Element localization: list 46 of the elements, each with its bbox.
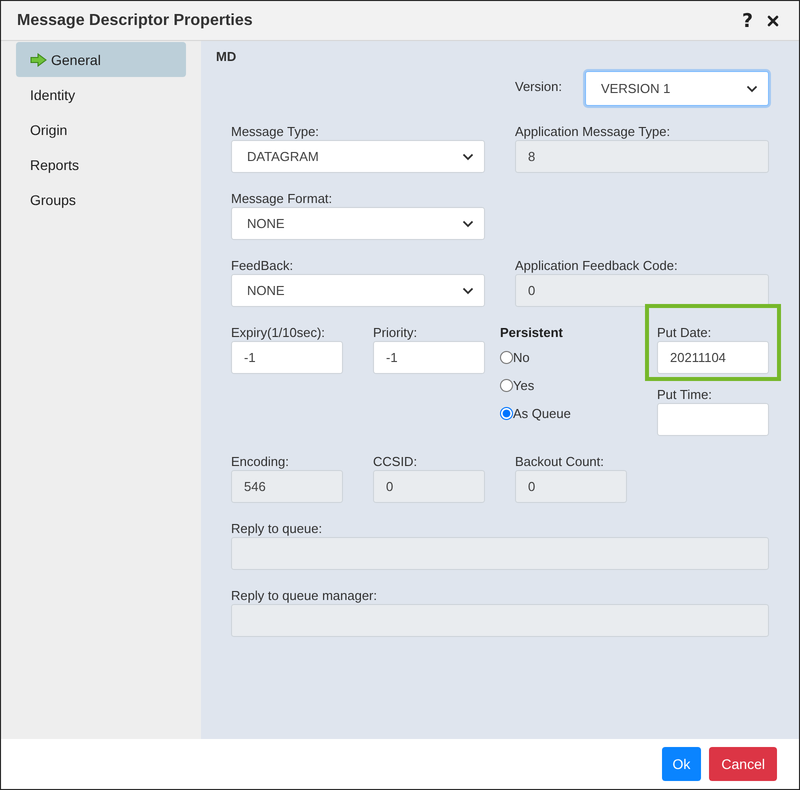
field-label: Reply to queue manager: bbox=[231, 587, 378, 604]
field-label: Encoding: bbox=[231, 453, 290, 470]
ok-button[interactable]: Ok bbox=[662, 747, 702, 781]
chevron-down-icon bbox=[746, 84, 758, 92]
radio-button[interactable] bbox=[500, 350, 513, 364]
chevron-down-icon bbox=[462, 152, 474, 160]
radio-option[interactable]: No bbox=[500, 343, 627, 371]
field-label: Application Message Type: bbox=[515, 123, 672, 140]
radio-option[interactable]: As Queue bbox=[500, 399, 627, 427]
expiry-field[interactable]: -1 bbox=[231, 341, 343, 374]
field-label: Message Type: bbox=[231, 123, 320, 140]
field-label: Put Time: bbox=[657, 386, 713, 403]
field-label: Application Feedback Code: bbox=[515, 257, 679, 274]
field-label: FeedBack: bbox=[231, 257, 294, 274]
field-label: Reply to queue: bbox=[231, 520, 324, 537]
sidebar-item[interactable]: Identity bbox=[16, 77, 186, 112]
put-time-field[interactable] bbox=[657, 403, 769, 436]
field-label: Expiry(1/10sec): bbox=[231, 324, 326, 341]
group-label: Persistent bbox=[500, 324, 564, 341]
chevron-down-icon bbox=[462, 286, 474, 294]
section-title: MD bbox=[216, 49, 238, 66]
field-label: CCSID: bbox=[373, 453, 418, 470]
field-label: Message Format: bbox=[231, 190, 334, 207]
sidebar-item[interactable]: Reports bbox=[16, 147, 186, 182]
sidebar-item[interactable]: General bbox=[16, 42, 186, 77]
field-label: Version: bbox=[515, 78, 562, 95]
window-title: Message Descriptor Properties bbox=[17, 12, 254, 30]
message-format-dropdown[interactable]: NONE bbox=[231, 207, 485, 240]
sidebar-item[interactable]: Origin bbox=[16, 112, 186, 147]
cancel-button[interactable]: Cancel bbox=[709, 747, 777, 781]
feedback-dropdown[interactable]: NONE bbox=[231, 274, 485, 307]
chevron-down-icon bbox=[462, 220, 474, 228]
sidebar-item[interactable]: Groups bbox=[16, 182, 186, 217]
radio-button[interactable] bbox=[500, 378, 513, 392]
radio-option[interactable]: Yes bbox=[500, 371, 627, 399]
field-label: Put Date: bbox=[657, 324, 712, 341]
priority-field[interactable]: -1 bbox=[373, 341, 485, 374]
put-date-field[interactable]: 20211104 bbox=[657, 341, 769, 374]
arrow-icon bbox=[30, 52, 47, 66]
radio-button[interactable] bbox=[500, 406, 513, 420]
help-button[interactable]: ? bbox=[742, 10, 753, 32]
message-type-dropdown[interactable]: DATAGRAM bbox=[231, 140, 485, 173]
field-label: Backout Count: bbox=[515, 453, 605, 470]
field-label: Priority: bbox=[373, 324, 418, 341]
version-dropdown[interactable]: VERSION 1 bbox=[585, 71, 769, 106]
close-icon[interactable] bbox=[767, 14, 779, 26]
